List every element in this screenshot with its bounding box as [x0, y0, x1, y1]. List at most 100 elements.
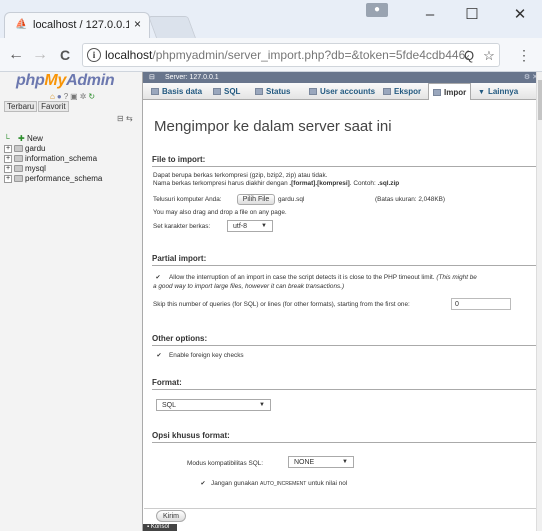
url-text: localhost/phpmyadmin/server_import.php?d… — [105, 44, 469, 66]
tree-item-new[interactable]: └ ✚ New — [4, 134, 102, 144]
menu-sql[interactable]: SQL — [213, 83, 240, 100]
menu-user-accounts[interactable]: User accounts — [309, 83, 375, 100]
menu-label: Lainnya — [487, 87, 519, 96]
choose-file-button[interactable]: Pilih File — [237, 194, 275, 205]
tab-close-icon[interactable]: × — [134, 18, 141, 31]
database-icon — [14, 165, 23, 173]
allow-interrupt-note: a good way to import large files, howeve… — [153, 283, 345, 290]
link-icon[interactable]: ⇆ — [126, 114, 133, 123]
database-icon — [14, 175, 23, 183]
allow-interrupt-checkbox[interactable]: ✔ — [155, 275, 161, 281]
skip-queries-input[interactable]: 0 — [451, 298, 511, 310]
zoom-icon[interactable]: Q — [461, 45, 477, 66]
foreign-key-checkbox[interactable]: ✔ — [156, 353, 162, 359]
user-profile-icon[interactable]: ● — [366, 3, 388, 17]
submit-button[interactable]: Kirim — [156, 510, 186, 522]
forward-arrow-icon[interactable]: → — [30, 45, 50, 65]
server-breadcrumb-bar: ⊟ Server: 127.0.0.1 ⚙ ✕ — [143, 72, 542, 83]
expand-icon[interactable]: + — [4, 164, 12, 173]
partial-import-heading: Partial import: — [152, 254, 207, 263]
database-icon — [14, 155, 23, 163]
tree-item-performance-schema[interactable]: + performance_schema — [4, 174, 102, 184]
format-specific-heading: Opsi khusus format: — [152, 431, 230, 440]
allow-interrupt-note-line2: a good way to import large files, howeve… — [153, 283, 344, 291]
reload-icon[interactable]: C — [55, 45, 75, 65]
format-select[interactable]: SQL ▼ — [156, 399, 271, 411]
close-window-button[interactable]: ✕ — [500, 0, 540, 30]
site-info-icon[interactable]: i — [87, 48, 101, 62]
menu-import[interactable]: Impor — [428, 83, 472, 100]
logo-php: php — [16, 72, 45, 89]
help-icon[interactable]: ? — [64, 92, 68, 101]
tree-label-performance-schema: performance_schema — [25, 174, 103, 183]
no-auto-increment-checkbox[interactable]: ✔ — [200, 481, 206, 487]
menu-more[interactable]: ▼ Lainnya — [478, 83, 518, 100]
menu-label: Impor — [444, 88, 467, 97]
charset-select[interactable]: utf-8 ▼ — [227, 220, 273, 232]
settings-gear-icon[interactable]: ⚙ — [524, 74, 530, 81]
divider — [152, 442, 537, 443]
tab-recent[interactable]: Terbaru — [4, 101, 38, 112]
expand-icon[interactable]: + — [4, 154, 12, 163]
home-icon[interactable]: ⌂ — [50, 92, 55, 101]
console-toggle[interactable]: ▪ Konsol — [143, 524, 177, 531]
database-icon — [14, 145, 23, 153]
status-icon — [255, 88, 263, 96]
database-tree: └ ✚ New + gardu + information_schema + mysql… — [4, 134, 102, 184]
browser-menu-icon[interactable]: ⋮ — [514, 45, 534, 65]
divider — [152, 166, 537, 167]
sql-compat-value: NONE — [294, 459, 315, 466]
url-host: localhost — [105, 48, 153, 62]
tree-item-gardu[interactable]: + gardu — [4, 144, 102, 154]
menu-label: Basis data — [162, 87, 203, 96]
tree-item-mysql[interactable]: + mysql — [4, 164, 102, 174]
chosen-file-name: gardu.sql — [278, 196, 305, 203]
sql-icon — [213, 88, 221, 96]
collapse-nav-icon[interactable]: ⊟ — [149, 72, 155, 83]
sql-compat-label: Modus kompatibilitas SQL: — [187, 460, 264, 467]
tab-title: localhost / 127.0.0.1 | php — [33, 19, 129, 31]
maximize-button[interactable]: ☐ — [452, 0, 492, 30]
menu-databases[interactable]: Basis data — [151, 83, 202, 100]
tree-connector: └ — [4, 134, 10, 143]
users-icon — [309, 88, 317, 96]
collapse-all-icon[interactable]: ⊟ — [117, 114, 124, 123]
back-arrow-icon[interactable]: ← — [6, 45, 26, 65]
tab-favorites[interactable]: Favorit — [38, 101, 69, 112]
sql-compat-select[interactable]: NONE ▼ — [288, 456, 354, 468]
import-icon — [433, 89, 441, 97]
browse-label: Telusuri komputer Anda: — [153, 196, 222, 203]
hint-text: Nama berkas terkompresi harus diakhir de… — [153, 180, 290, 187]
menu-status[interactable]: Status — [255, 83, 290, 100]
file-import-heading: File to import: — [152, 155, 206, 164]
url-path: /phpmyadmin/server_import.php?db=&token=… — [152, 48, 469, 62]
page-scrollbar[interactable] — [536, 72, 542, 531]
browser-tab[interactable]: ⛵ localhost / 127.0.0.1 | php × — [4, 12, 150, 38]
format-heading: Format: — [152, 378, 182, 387]
logout-icon[interactable]: ● — [57, 92, 62, 101]
charset-value: utf-8 — [233, 223, 248, 230]
address-bar[interactable]: i localhost/phpmyadmin/server_import.php… — [82, 43, 500, 67]
console-icon: ▪ — [147, 524, 150, 530]
menu-export[interactable]: Ekspor — [383, 83, 421, 100]
minimize-button[interactable]: – — [410, 0, 450, 30]
phpmyadmin-logo[interactable]: phpMyAdmin — [16, 72, 126, 89]
new-tab-button[interactable] — [147, 16, 197, 38]
tree-label-information-schema: information_schema — [25, 154, 98, 163]
tree-item-information-schema[interactable]: + information_schema — [4, 154, 102, 164]
scrollbar-thumb[interactable] — [538, 80, 542, 120]
docs-icon[interactable]: ▣ — [70, 92, 78, 101]
auto-inc-text: untuk nilai nol — [306, 480, 348, 487]
expand-icon[interactable]: + — [4, 174, 12, 183]
reload-nav-icon[interactable]: ↻ — [88, 92, 95, 101]
menu-label: User accounts — [320, 87, 376, 96]
bookmark-star-icon[interactable]: ☆ — [481, 45, 497, 66]
foreign-key-label: Enable foreign key checks — [169, 352, 244, 359]
hint-text: . Contoh: — [349, 180, 378, 187]
settings-icon[interactable]: ✲ — [80, 92, 87, 101]
expand-icon[interactable]: + — [4, 144, 12, 153]
server-breadcrumb[interactable]: Server: 127.0.0.1 — [165, 72, 219, 83]
divider — [152, 265, 537, 266]
allow-interrupt-note: (This might be — [436, 274, 477, 281]
import-page: Mengimpor ke dalam server saat ini File … — [143, 100, 542, 531]
